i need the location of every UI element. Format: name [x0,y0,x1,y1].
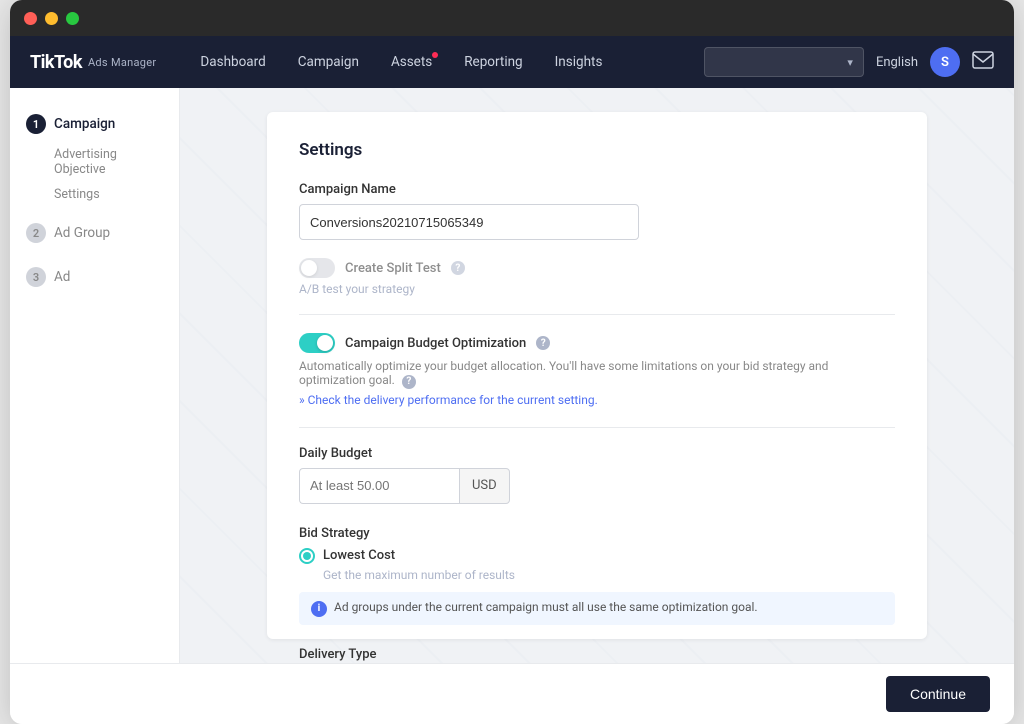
nav-reporting[interactable]: Reporting [452,48,534,76]
footer: Continue [10,663,1014,724]
sidebar-step-campaign[interactable]: 1 Campaign [10,106,179,142]
avatar: S [930,47,960,77]
campaign-name-input[interactable] [299,204,639,240]
step-label-campaign: Campaign [54,116,115,132]
step-number-campaign: 1 [26,114,46,134]
cbo-row: Campaign Budget Optimization ? [299,333,895,353]
step-label-adgroup: Ad Group [54,225,110,241]
nav-campaign[interactable]: Campaign [286,48,371,76]
cbo-description: Automatically optimize your budget alloc… [299,359,895,389]
minimize-button[interactable] [45,12,58,25]
separator-2 [299,427,895,428]
form-panel: Settings Campaign Name Create Split Test… [267,112,927,639]
assets-dot [432,52,438,58]
budget-input[interactable] [299,468,459,504]
lowest-cost-radio[interactable] [299,548,315,564]
bid-strategy-label: Bid Strategy [299,526,895,541]
split-test-hint: A/B test your strategy [299,282,895,296]
maximize-button[interactable] [66,12,79,25]
app-window: TikTok Ads Manager Dashboard Campaign As… [10,0,1014,724]
nav-insights[interactable]: Insights [543,48,615,76]
bid-radio-row: Lowest Cost [299,548,895,564]
delivery-type-section: Delivery Type Standard Your budget will … [299,647,895,664]
split-test-label: Create Split Test [345,261,441,276]
logo-text: TikTok [30,52,82,73]
cbo-label: Campaign Budget Optimization [345,336,526,351]
chevron-down-icon: ▾ [847,56,853,69]
nav-dashboard[interactable]: Dashboard [188,48,277,76]
mail-icon[interactable] [972,51,994,74]
sidebar-step-ad[interactable]: 3 Ad [10,259,179,295]
bid-info-row: i Ad groups under the current campaign m… [299,592,895,625]
daily-budget-label: Daily Budget [299,446,895,461]
logo-subtext: Ads Manager [88,56,156,69]
top-nav: TikTok Ads Manager Dashboard Campaign As… [10,36,1014,88]
cbo-toggle[interactable] [299,333,335,353]
nav-search[interactable]: ▾ [704,47,864,77]
sidebar: 1 Campaign Advertising Objective Setting… [10,88,180,663]
lowest-cost-label: Lowest Cost [323,548,395,563]
info-icon: i [311,601,327,617]
separator-1 [299,314,895,315]
close-button[interactable] [24,12,37,25]
split-test-help-icon[interactable]: ? [451,261,465,275]
cbo-link[interactable]: Check the delivery performance for the c… [299,393,895,407]
bid-info-text: Ad groups under the current campaign mus… [334,600,758,614]
language-selector[interactable]: English [876,55,918,70]
budget-currency: USD [459,468,510,504]
split-test-row: Create Split Test ? [299,258,895,278]
sidebar-sub-advertising-objective[interactable]: Advertising Objective [10,142,179,182]
nav-assets[interactable]: Assets [379,48,444,76]
split-test-toggle[interactable] [299,258,335,278]
cbo-desc-help-icon[interactable]: ? [402,375,416,389]
step-number-adgroup: 2 [26,223,46,243]
logo: TikTok Ads Manager [30,52,156,73]
bid-strategy-section: Bid Strategy Lowest Cost Get the maximum… [299,526,895,625]
continue-button[interactable]: Continue [886,676,990,712]
titlebar [10,0,1014,36]
step-label-ad: Ad [54,269,70,285]
nav-right: ▾ English S [704,47,994,77]
sidebar-sub-settings[interactable]: Settings [10,182,179,207]
cbo-help-icon[interactable]: ? [536,336,550,350]
section-title: Settings [299,140,895,160]
campaign-name-label: Campaign Name [299,182,895,197]
main-layout: 1 Campaign Advertising Objective Setting… [10,88,1014,663]
delivery-type-label: Delivery Type [299,647,895,662]
nav-items: Dashboard Campaign Assets Reporting Insi… [188,48,704,76]
lowest-cost-hint: Get the maximum number of results [323,568,895,582]
budget-row: USD [299,468,895,504]
content-area: Settings Campaign Name Create Split Test… [180,88,1014,663]
step-number-ad: 3 [26,267,46,287]
sidebar-step-adgroup[interactable]: 2 Ad Group [10,215,179,251]
